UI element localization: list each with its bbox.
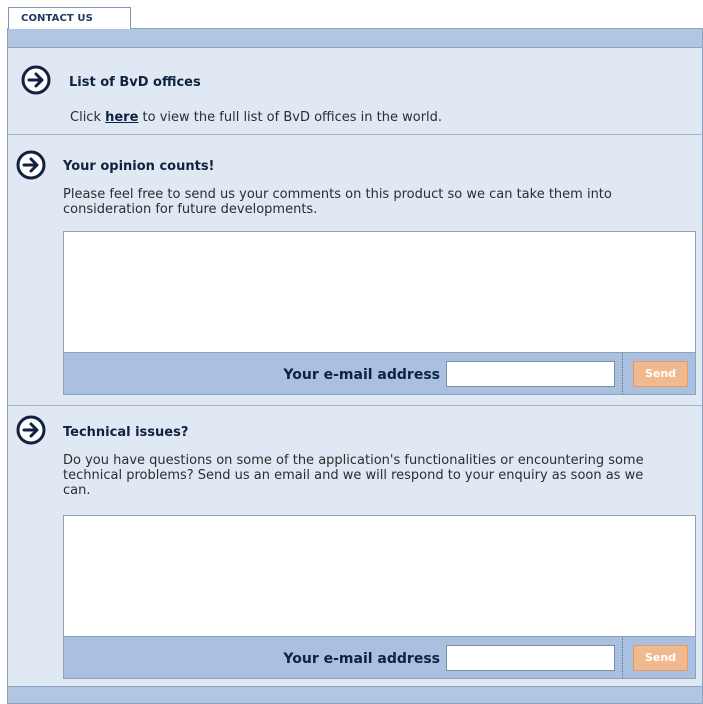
panel-bottom-bar	[8, 686, 702, 703]
opinion-heading: Your opinion counts!	[63, 159, 215, 174]
technical-email-label: Your e-mail address	[283, 651, 440, 667]
section-divider	[8, 134, 702, 135]
technical-heading: Technical issues?	[63, 425, 189, 440]
opinion-form-bar: Your e-mail address Send	[63, 353, 696, 395]
technical-description: Do you have questions on some of the app…	[63, 453, 644, 498]
form-separator	[622, 353, 623, 394]
opinion-email-label: Your e-mail address	[283, 367, 440, 383]
opinion-email-input[interactable]	[446, 361, 615, 387]
panel-top-bar	[8, 29, 702, 48]
offices-link[interactable]: here	[105, 110, 138, 125]
arrow-right-circle-icon	[16, 150, 46, 180]
tab-contact-us[interactable]: CONTACT US	[8, 7, 131, 29]
contact-panel: List of BvD offices Click here to view t…	[7, 28, 703, 704]
technical-email-input[interactable]	[446, 645, 615, 671]
form-separator	[622, 637, 623, 678]
offices-text: Click here to view the full list of BvD …	[70, 110, 442, 125]
technical-send-button[interactable]: Send	[633, 645, 688, 671]
arrow-right-circle-icon	[21, 65, 51, 95]
opinion-description: Please feel free to send us your comment…	[63, 187, 612, 217]
offices-text-suffix: to view the full list of BvD offices in …	[138, 110, 443, 125]
offices-heading: List of BvD offices	[69, 75, 201, 90]
arrow-right-circle-icon	[16, 415, 46, 445]
offices-text-prefix: Click	[70, 110, 106, 125]
section-divider	[8, 405, 702, 406]
technical-comments-textarea[interactable]	[63, 515, 696, 637]
opinion-comments-textarea[interactable]	[63, 231, 696, 353]
technical-form-bar: Your e-mail address Send	[63, 637, 696, 679]
opinion-send-button[interactable]: Send	[633, 361, 688, 387]
tab-label: CONTACT US	[21, 13, 93, 24]
